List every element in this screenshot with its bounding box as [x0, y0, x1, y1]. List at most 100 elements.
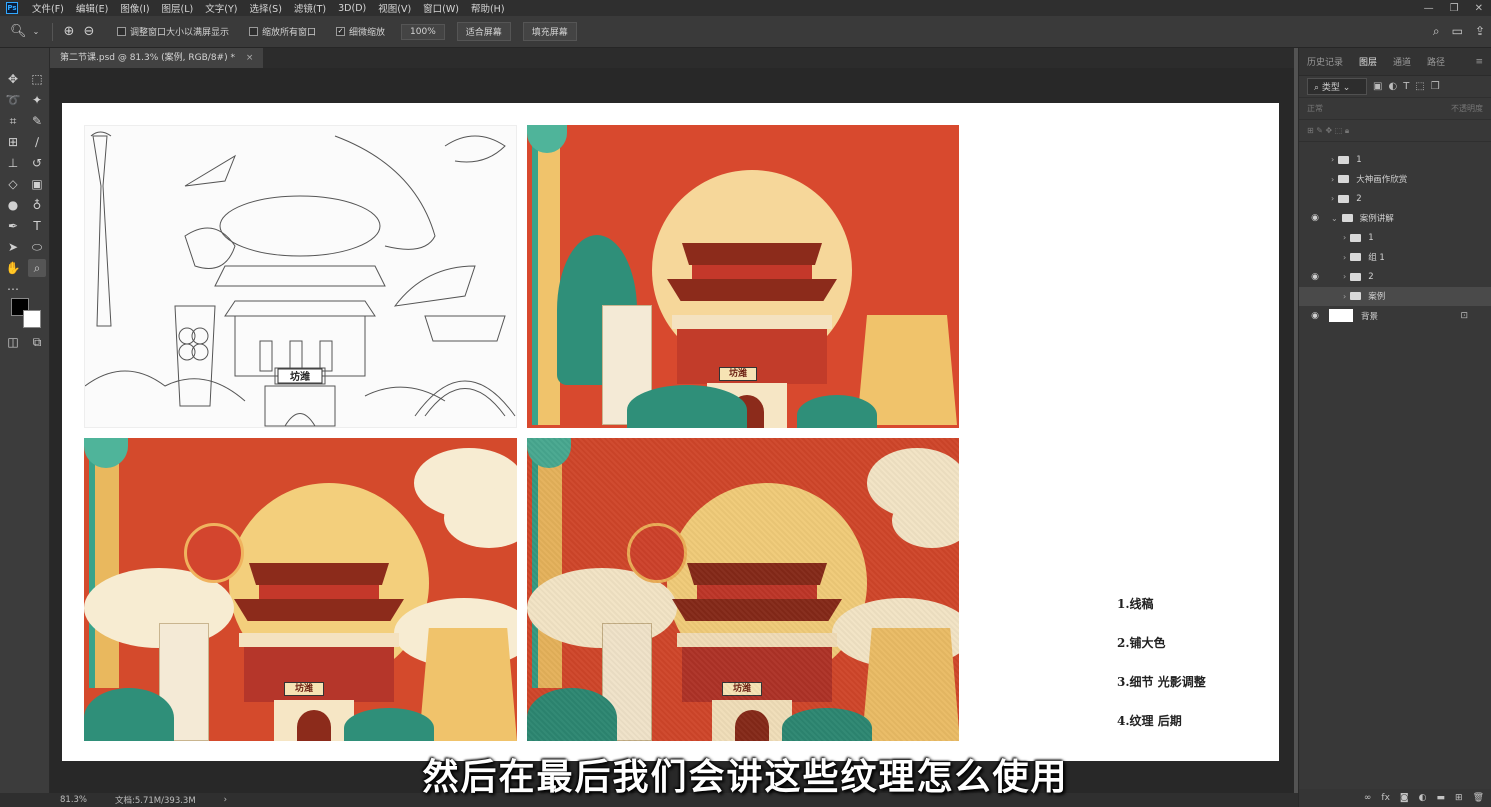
crop-tool-icon[interactable]: ⌗ — [4, 112, 22, 130]
step-3: 3.细节 光影调整 — [1117, 675, 1206, 689]
layer-row[interactable]: › 2 — [1299, 189, 1491, 209]
menu-filter[interactable]: 滤镜(T) — [288, 1, 332, 15]
menu-3d[interactable]: 3D(D) — [332, 3, 372, 14]
layer-row[interactable]: ◉ ⌄ 案例讲解 — [1299, 209, 1491, 229]
layers-panel-group: 历史记录 图层 通道 路径 ≡ ⌕ 类型 ⌄ ▣ ◐ T ⬚ ❒ 正常 不透明度… — [1298, 48, 1491, 807]
resize-window-checkbox[interactable] — [117, 27, 126, 36]
eraser-icon[interactable]: ◇ — [4, 175, 22, 193]
document-tab[interactable]: 第二节课.psd @ 81.3% (案例, RGB/8#) * × — [50, 48, 264, 68]
more-tools-icon[interactable]: ⋯ — [4, 280, 22, 298]
eye-icon[interactable]: ◉ — [1309, 311, 1321, 321]
dodge-tool-icon[interactable]: ♁ — [28, 196, 46, 214]
panel-menu-icon[interactable]: ≡ — [1467, 57, 1491, 67]
healing-brush-icon[interactable]: ⊞ — [4, 133, 22, 151]
move-tool-icon[interactable]: ✥ — [4, 70, 22, 88]
document-tab-title: 第二节课.psd @ 81.3% (案例, RGB/8#) * — [60, 53, 235, 63]
gradient-icon[interactable]: ▣ — [28, 175, 46, 193]
resize-window-option[interactable]: 调整窗口大小以满屏显示 — [117, 25, 229, 38]
zoom-all-windows-checkbox[interactable] — [249, 27, 259, 36]
layer-row[interactable]: › 1 — [1299, 228, 1491, 248]
menu-window[interactable]: 窗口(W) — [417, 1, 465, 15]
background-color-swatch[interactable] — [23, 310, 41, 328]
hall-roof-middle — [234, 599, 404, 621]
layer-row-selected[interactable]: › 案例 — [1299, 286, 1491, 306]
folder-icon — [1338, 175, 1350, 184]
menu-select[interactable]: 选择(S) — [243, 1, 287, 15]
tab-channels[interactable]: 通道 — [1385, 55, 1419, 68]
menu-file[interactable]: 文件(F) — [26, 1, 70, 15]
fill-screen-button[interactable]: 填充屏幕 — [522, 22, 577, 41]
restore-icon[interactable]: ❐ — [1450, 3, 1459, 14]
folder-icon — [1338, 194, 1350, 203]
blur-tool-icon[interactable]: ● — [4, 196, 22, 214]
menu-image[interactable]: 图像(I) — [114, 1, 155, 15]
filter-pixel-icon[interactable]: ▣ — [1373, 81, 1382, 92]
minimize-icon[interactable]: — — [1424, 3, 1434, 14]
layer-row[interactable]: › 大神画作欣赏 — [1299, 170, 1491, 190]
tab-layers[interactable]: 图层 — [1351, 55, 1385, 68]
stamp-tool-icon[interactable]: ⊥ — [4, 154, 22, 172]
texture-overlay — [527, 438, 959, 741]
tower-shape — [89, 438, 119, 688]
eye-icon[interactable]: ◉ — [1309, 213, 1321, 223]
scrubby-zoom-checkbox[interactable]: ✓ — [336, 27, 346, 36]
line-sketch-illustration: 坊潍 — [85, 131, 516, 427]
marquee-tool-icon[interactable]: ⬚ — [28, 70, 46, 88]
layer-filter-select[interactable]: ⌕ 类型 ⌄ — [1307, 78, 1367, 95]
blend-mode-select[interactable]: 正常 — [1307, 103, 1323, 114]
sketch-plaque-text: 坊潍 — [290, 370, 310, 383]
filter-shape-icon[interactable]: ⬚ — [1415, 81, 1424, 92]
share-icon[interactable]: ⇪ — [1475, 24, 1485, 39]
fit-screen-button[interactable]: 适合屏幕 — [456, 22, 511, 41]
zoom-tool-icon[interactable]: 🔍︎ — [10, 24, 27, 40]
folder-icon — [1350, 253, 1362, 262]
zoom-in-icon[interactable]: ⊕ — [61, 24, 77, 40]
menu-type[interactable]: 文字(Y) — [199, 1, 243, 15]
history-brush-icon[interactable]: ↺ — [28, 154, 46, 172]
filter-smart-icon[interactable]: ❒ — [1431, 81, 1440, 92]
filter-adjustment-icon[interactable]: ◐ — [1388, 81, 1397, 92]
percent-100-button[interactable]: 100% — [401, 23, 445, 40]
layer-row[interactable]: ◉ › 2 — [1299, 267, 1491, 287]
type-tool-icon[interactable]: T — [28, 217, 46, 235]
tab-paths[interactable]: 路径 — [1419, 55, 1453, 68]
hand-tool-icon[interactable]: ✋ — [4, 259, 22, 277]
screen-mode-icon[interactable]: ⧉ — [28, 333, 46, 351]
layer-row[interactable]: › 组 1 — [1299, 248, 1491, 268]
hall-roof-middle — [667, 279, 837, 301]
workspace-icon[interactable]: ▭ — [1452, 24, 1463, 39]
close-icon[interactable]: ✕ — [1475, 3, 1483, 14]
quick-mask-icon[interactable]: ◫ — [4, 333, 22, 351]
zoom-tool-icon[interactable]: ⌕ — [28, 259, 46, 277]
tools-panel: ✥ ⬚ ➰ ✦ ⌗ ✎ ⊞ ∕ ⊥ ↺ ◇ ▣ ● ♁ ✒ T ➤ ⬭ ✋ ⌕ … — [0, 48, 50, 793]
flat-plaque: 坊潍 — [719, 367, 757, 381]
brush-tool-icon[interactable]: ∕ — [28, 133, 46, 151]
eye-icon[interactable]: ◉ — [1309, 272, 1321, 282]
pen-tool-icon[interactable]: ✒ — [4, 217, 22, 235]
blend-row: 正常 不透明度 — [1299, 98, 1491, 120]
menu-help[interactable]: 帮助(H) — [465, 1, 511, 15]
menu-view[interactable]: 视图(V) — [372, 1, 417, 15]
layer-row[interactable]: › 1 — [1299, 150, 1491, 170]
close-tab-icon[interactable]: × — [246, 53, 254, 63]
scrubby-zoom-option[interactable]: ✓ 细微缩放 — [336, 25, 385, 38]
lock-icons[interactable]: ⊞ ✎ ✥ ⬚ 🔒︎ — [1307, 126, 1349, 136]
lasso-tool-icon[interactable]: ➰ — [4, 91, 22, 109]
layer-row-background[interactable]: ◉ 背景 ⊡ — [1299, 306, 1491, 326]
path-select-icon[interactable]: ➤ — [4, 238, 22, 256]
eyedropper-icon[interactable]: ✎ — [28, 112, 46, 130]
zoom-all-windows-option[interactable]: 缩放所有窗口 — [249, 25, 316, 38]
opacity-label[interactable]: 不透明度 — [1451, 103, 1483, 114]
filter-type-icon[interactable]: T — [1403, 81, 1409, 92]
photoshop-logo-icon: Ps — [6, 2, 18, 14]
layer-name: 1 — [1356, 154, 1362, 165]
search-icon[interactable]: ⌕ — [1433, 24, 1440, 39]
chevron-down-icon[interactable]: ⌄ — [28, 24, 44, 40]
magic-wand-icon[interactable]: ✦ — [28, 91, 46, 109]
menu-layer[interactable]: 图层(L) — [156, 1, 200, 15]
canvas-area[interactable]: 坊潍 坊潍 坊潍 1.线稿 2.铺大色 3.细节 光影调整 4.纹理 后期 — [50, 68, 1294, 793]
tab-history[interactable]: 历史记录 — [1299, 55, 1351, 68]
zoom-out-icon[interactable]: ⊖ — [81, 24, 97, 40]
menu-edit[interactable]: 编辑(E) — [70, 1, 114, 15]
shape-tool-icon[interactable]: ⬭ — [28, 238, 46, 256]
